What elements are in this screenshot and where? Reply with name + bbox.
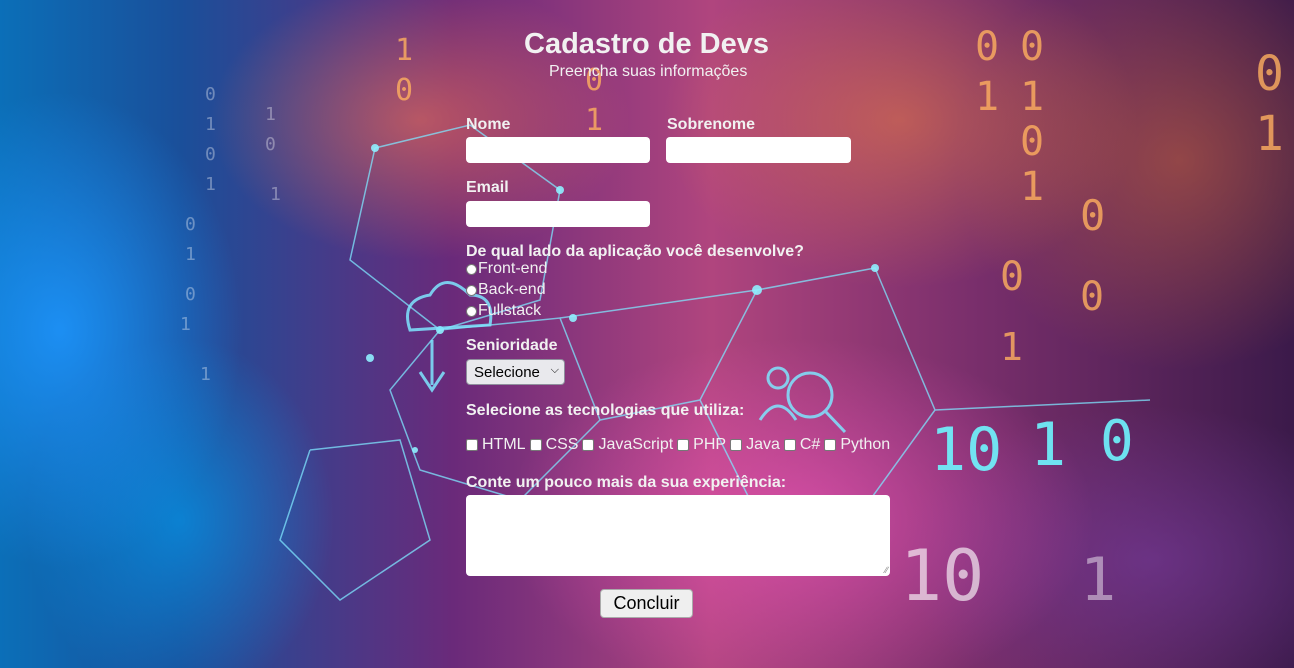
last-name-input[interactable] <box>666 137 851 163</box>
svg-text:0: 0 <box>185 214 196 235</box>
email-label: Email <box>466 179 509 196</box>
resize-handle-icon[interactable]: ∕∕ <box>885 565 888 575</box>
svg-text:0: 0 <box>1100 409 1134 474</box>
svg-text:1: 1 <box>1020 74 1044 120</box>
seniority-selected-value: Selecione <box>474 363 540 381</box>
experience-label: Conte um pouco mais da sua experiência: <box>466 474 787 491</box>
svg-text:1: 1 <box>200 364 211 385</box>
checkbox[interactable] <box>582 439 595 451</box>
checkbox-css[interactable]: CSS <box>529 436 579 454</box>
radio-option-front-end[interactable]: Front-end <box>466 259 547 279</box>
svg-text:1: 1 <box>205 174 216 195</box>
svg-text:1: 1 <box>1080 545 1116 615</box>
svg-text:1: 1 <box>1020 164 1044 210</box>
svg-text:1: 1 <box>265 104 276 125</box>
checkbox-label: HTML <box>482 436 526 453</box>
first-name-label: Nome <box>466 116 511 133</box>
checkbox[interactable] <box>783 439 796 451</box>
checkbox-java[interactable]: Java <box>730 436 780 454</box>
svg-text:0: 0 <box>185 284 196 305</box>
radio-label: Front-end <box>478 260 548 277</box>
checkbox[interactable] <box>730 439 743 451</box>
checkbox-label: Java <box>746 436 780 453</box>
svg-text:10: 10 <box>900 535 984 617</box>
checkbox[interactable] <box>824 439 837 451</box>
seniority-label: Senioridade <box>466 337 558 354</box>
radio-label: Back-end <box>478 281 546 298</box>
experience-textarea[interactable]: ∕∕ <box>466 495 890 576</box>
checkbox-label: Python <box>840 436 891 453</box>
checkbox[interactable] <box>466 439 478 451</box>
technologies-checkbox-group: HTML CSS JavaScript PHP Java C# Python <box>466 436 894 454</box>
checkbox-label: PHP <box>693 436 727 453</box>
svg-text:1: 1 <box>395 33 413 68</box>
svg-text:0: 0 <box>395 73 413 108</box>
svg-text:0: 0 <box>1080 191 1105 240</box>
svg-text:0: 0 <box>265 134 276 155</box>
radio-button[interactable] <box>466 284 477 296</box>
svg-text:1: 1 <box>975 74 999 120</box>
svg-text:1: 1 <box>1030 410 1066 480</box>
last-name-label: Sobrenome <box>667 116 756 133</box>
radio-button[interactable] <box>466 305 477 317</box>
svg-text:10: 10 <box>930 415 1002 485</box>
submit-button[interactable]: Concluir <box>600 589 693 618</box>
svg-text:0: 0 <box>1080 274 1104 320</box>
checkbox-label: C# <box>799 436 821 453</box>
checkbox-javascript[interactable]: JavaScript <box>582 436 673 454</box>
radio-label: Fullstack <box>478 302 542 319</box>
svg-text:1: 1 <box>180 314 191 335</box>
checkbox-python[interactable]: Python <box>824 436 890 454</box>
svg-text:0: 0 <box>1020 24 1044 70</box>
svg-text:1: 1 <box>585 103 603 138</box>
svg-text:1: 1 <box>1000 325 1023 369</box>
radio-option-fullstack[interactable]: Fullstack <box>466 301 541 321</box>
checkbox[interactable] <box>677 439 690 451</box>
page-subtitle: Preencha suas informações <box>549 63 748 80</box>
svg-text:1: 1 <box>205 114 216 135</box>
svg-text:0: 0 <box>205 84 216 105</box>
svg-text:0: 0 <box>975 24 999 70</box>
svg-text:1: 1 <box>1255 106 1284 162</box>
checkbox-html[interactable]: HTML <box>466 436 526 454</box>
page-title: Cadastro de Devs <box>524 28 769 60</box>
radio-button[interactable] <box>466 263 477 275</box>
checkbox[interactable] <box>529 439 542 451</box>
svg-text:1: 1 <box>185 244 196 265</box>
checkbox-label: CSS <box>545 436 579 453</box>
svg-text:0: 0 <box>1000 254 1024 300</box>
svg-text:0: 0 <box>1020 119 1044 165</box>
technologies-label: Selecione as tecnologias que utiliza: <box>466 402 745 419</box>
email-input[interactable] <box>466 201 650 227</box>
seniority-select[interactable]: Selecione ⌵ <box>466 359 565 385</box>
chevron-down-icon: ⌵ <box>550 364 559 376</box>
radio-option-back-end[interactable]: Back-end <box>466 280 546 300</box>
checkbox-php[interactable]: PHP <box>677 436 726 454</box>
checkbox-csharp[interactable]: C# <box>783 436 821 454</box>
checkbox-label: JavaScript <box>598 436 674 453</box>
svg-text:0: 0 <box>205 144 216 165</box>
first-name-input[interactable] <box>466 137 650 163</box>
svg-text:1: 1 <box>270 184 281 205</box>
svg-text:0: 0 <box>1255 46 1284 102</box>
